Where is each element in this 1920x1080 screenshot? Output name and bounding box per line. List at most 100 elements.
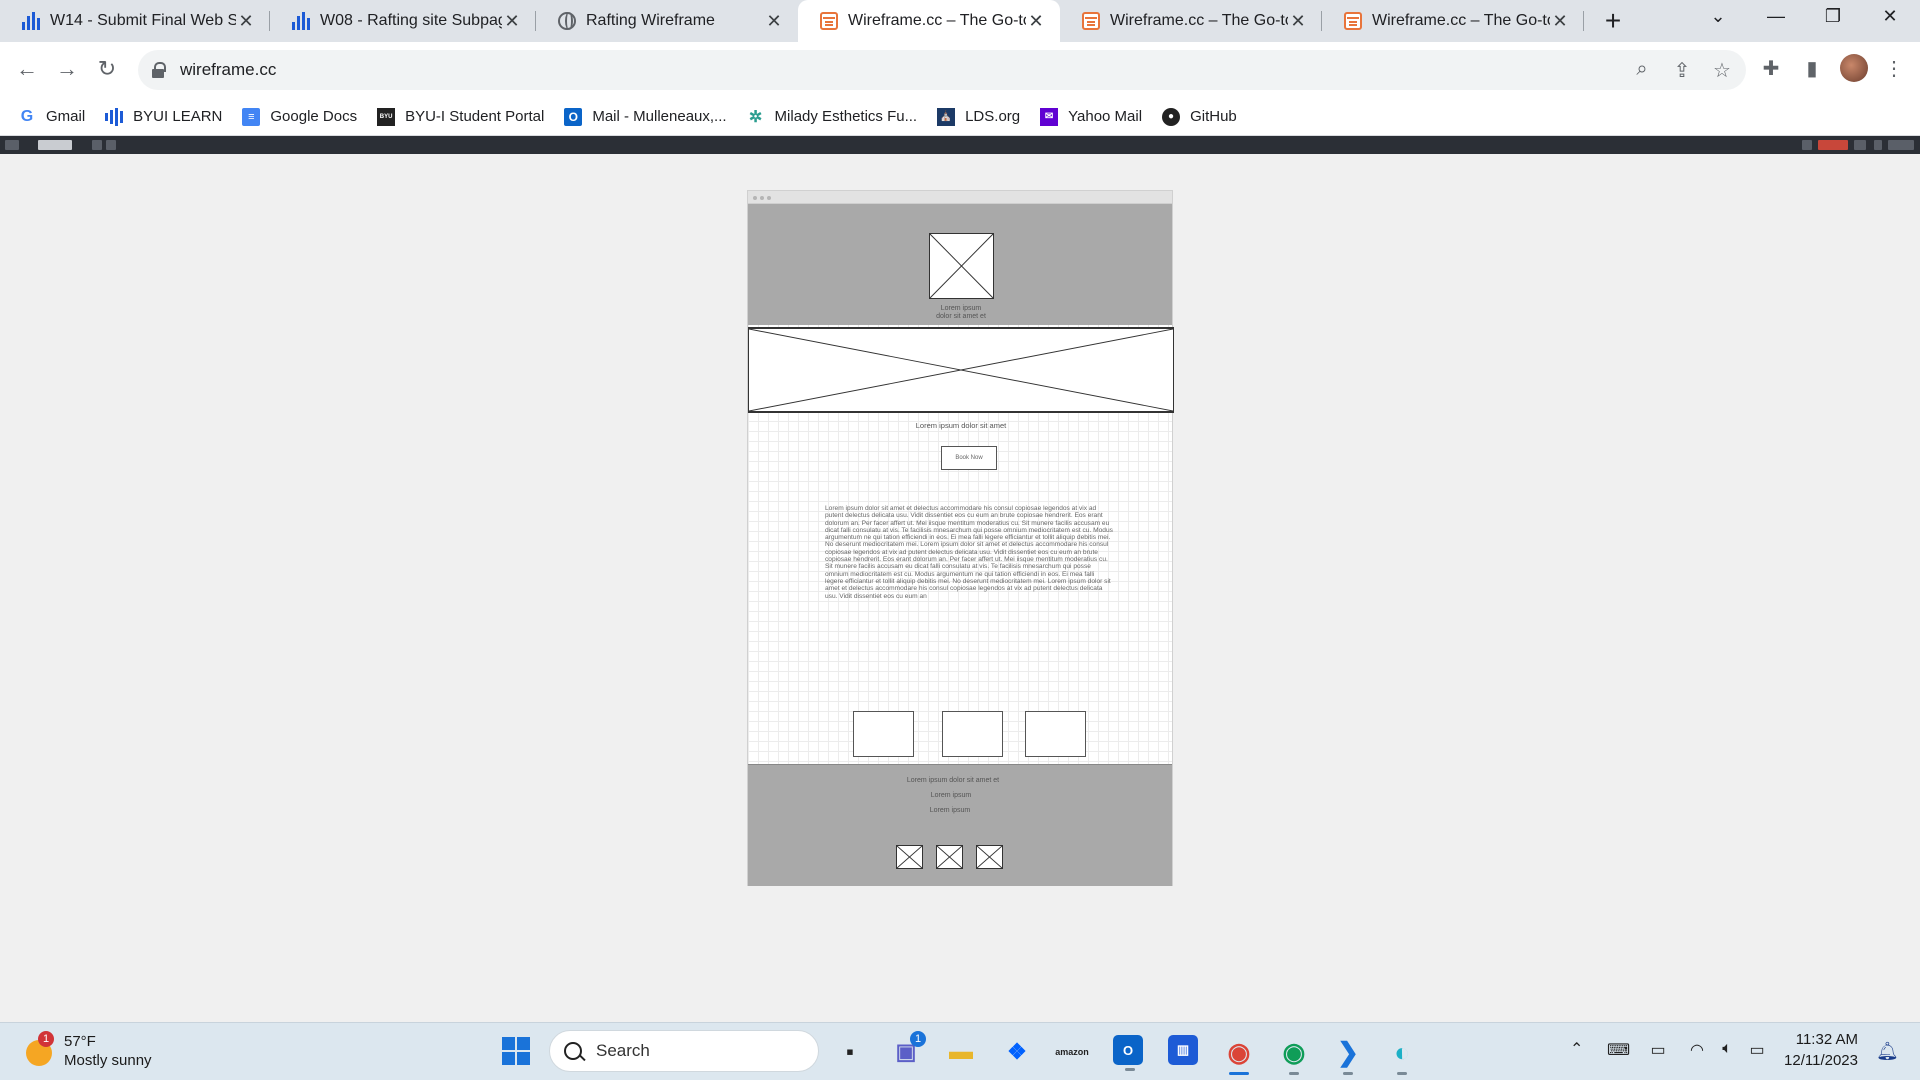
byui-bars-icon[interactable]: ▥ bbox=[1168, 1035, 1198, 1065]
share-button[interactable] bbox=[1854, 140, 1866, 150]
google-icon: G bbox=[20, 107, 34, 125]
close-icon[interactable]: ✕ bbox=[1288, 11, 1308, 32]
tab-w08-rafting[interactable]: W08 - Rafting site Subpag ✕ bbox=[270, 0, 536, 42]
volume-muted-icon[interactable]: 🔈︎ bbox=[1716, 1040, 1738, 1058]
outlook-icon[interactable]: O bbox=[1113, 1035, 1143, 1071]
side-panel-icon[interactable]: ▮ bbox=[1799, 56, 1825, 81]
clock-date[interactable]: 12/11/2023 bbox=[1778, 1052, 1858, 1069]
lock-icon[interactable] bbox=[152, 62, 166, 78]
extensions-icon[interactable]: ✚ bbox=[1758, 56, 1784, 81]
logo-placeholder-image[interactable] bbox=[929, 233, 994, 299]
menu-icon[interactable] bbox=[1874, 140, 1882, 150]
bookmark-gmail[interactable]: G Gmail bbox=[18, 108, 85, 126]
header-caption-2: dolor sit amet et bbox=[936, 313, 986, 320]
close-icon[interactable]: ✕ bbox=[236, 11, 256, 32]
tab-w14-submit[interactable]: W14 - Submit Final Web Si ✕ bbox=[0, 0, 270, 42]
tab-wireframe-cc-2[interactable]: Wireframe.cc – The Go-to ✕ bbox=[1060, 0, 1322, 42]
bookmark-star-icon[interactable]: ☆ bbox=[1710, 58, 1734, 83]
task-view-icon[interactable]: ▪ bbox=[833, 1035, 867, 1069]
tab-search-chevron-icon[interactable]: ⌄ bbox=[1698, 6, 1738, 27]
clock-time[interactable]: 11:32 AM bbox=[1788, 1031, 1858, 1048]
chrome-profile-icon[interactable]: ◉ bbox=[1277, 1035, 1311, 1075]
new-tab-button[interactable]: + bbox=[1598, 7, 1628, 35]
hero-placeholder-image[interactable] bbox=[748, 327, 1174, 413]
social-icon-placeholder-2[interactable] bbox=[936, 845, 963, 869]
menu-kebab-icon[interactable]: ⋮ bbox=[1881, 56, 1907, 81]
wireframe-cc-icon bbox=[1082, 12, 1100, 30]
edge-icon[interactable]: ◐ bbox=[1385, 1035, 1419, 1075]
file-explorer-icon[interactable]: ▬ bbox=[944, 1035, 978, 1069]
undo-button[interactable] bbox=[92, 140, 102, 150]
footer-text-1: Lorem ipsum dolor sit amet et bbox=[906, 777, 1000, 784]
bookmark-label: Yahoo Mail bbox=[1068, 108, 1143, 125]
page-menu-icon[interactable] bbox=[5, 140, 19, 150]
wireframe-cc-icon bbox=[1344, 12, 1362, 30]
feature-box-3[interactable] bbox=[1025, 711, 1086, 757]
url-text[interactable]: wireframe.cc bbox=[180, 60, 276, 80]
tab-title: Wireframe.cc – The Go-to bbox=[1110, 12, 1288, 29]
close-window-button[interactable]: ✕ bbox=[1870, 6, 1910, 27]
tab-title: Rafting Wireframe bbox=[586, 12, 715, 29]
weather-temperature[interactable]: 57°F bbox=[64, 1033, 96, 1050]
tab-rafting-wireframe[interactable]: Rafting Wireframe ✕ bbox=[536, 0, 798, 42]
back-button[interactable]: ← bbox=[13, 56, 41, 82]
close-icon[interactable]: ✕ bbox=[502, 11, 522, 32]
wireframe-logo bbox=[38, 140, 72, 150]
taskbar-search[interactable]: Search bbox=[549, 1030, 819, 1072]
bookmark-mail[interactable]: O Mail - Mulleneaux,... bbox=[564, 107, 727, 126]
bookmark-google-docs[interactable]: ≡ Google Docs bbox=[242, 107, 357, 126]
wifi-icon[interactable]: ◠ bbox=[1686, 1040, 1708, 1060]
vscode-icon[interactable]: ❯ bbox=[1331, 1035, 1365, 1075]
yahoo-mail-icon: ✉ bbox=[1040, 107, 1059, 126]
feature-box-1[interactable] bbox=[853, 711, 914, 757]
show-hidden-icons-chevron[interactable]: ⌃ bbox=[1570, 1039, 1583, 1059]
bookmark-yahoo-mail[interactable]: ✉ Yahoo Mail bbox=[1040, 107, 1143, 126]
close-icon[interactable]: ✕ bbox=[1026, 11, 1046, 32]
profile-avatar[interactable] bbox=[1840, 54, 1868, 82]
bookmark-label: BYUI LEARN bbox=[133, 108, 223, 125]
sign-up-link[interactable] bbox=[1888, 140, 1914, 150]
feature-box-2[interactable] bbox=[942, 711, 1003, 757]
close-icon[interactable]: ✕ bbox=[764, 11, 784, 32]
chrome-icon[interactable]: ◉ bbox=[1222, 1035, 1256, 1075]
zoom-icon[interactable]: ⌕ bbox=[1630, 58, 1654, 81]
search-icon bbox=[564, 1042, 582, 1060]
battery-icon[interactable]: ▭ bbox=[1746, 1040, 1768, 1060]
wireframe-frame[interactable]: Lorem ipsum dolor sit amet et Lorem ipsu… bbox=[747, 190, 1174, 886]
outlook-icon: O bbox=[564, 107, 583, 126]
forward-button[interactable]: → bbox=[53, 56, 81, 82]
tab-wireframe-cc-3[interactable]: Wireframe.cc – The Go-to ✕ bbox=[1322, 0, 1584, 42]
redo-button[interactable] bbox=[106, 140, 116, 150]
start-button[interactable] bbox=[502, 1037, 530, 1065]
address-bar[interactable]: wireframe.cc ⌕ ⇪ ☆ bbox=[138, 50, 1746, 90]
bookmark-byui-portal[interactable]: BYU BYU-I Student Portal bbox=[377, 107, 544, 126]
milady-icon: ✲ bbox=[748, 108, 763, 126]
social-icon-placeholder-3[interactable] bbox=[976, 845, 1003, 869]
save-button[interactable] bbox=[1818, 140, 1848, 150]
bookmarks-bar: G Gmail BYUI LEARN ≡ Google Docs BYU BYU… bbox=[0, 98, 1920, 136]
amazon-icon[interactable]: amazon bbox=[1055, 1035, 1089, 1069]
bookmark-label: LDS.org bbox=[965, 108, 1021, 125]
close-icon[interactable]: ✕ bbox=[1550, 11, 1570, 32]
share-icon[interactable]: ⇪ bbox=[1670, 58, 1694, 83]
tab-strip: W14 - Submit Final Web Si ✕ W08 - Raftin… bbox=[0, 0, 1920, 42]
reload-button[interactable]: ↻ bbox=[93, 56, 121, 82]
social-icon-placeholder-1[interactable] bbox=[896, 845, 923, 869]
keyboard-icon[interactable]: ⌨ bbox=[1607, 1040, 1630, 1060]
minimize-button[interactable]: — bbox=[1756, 6, 1796, 27]
bookmark-github[interactable]: ● GitHub bbox=[1162, 107, 1237, 126]
restore-button[interactable]: ❐ bbox=[1813, 6, 1853, 27]
notification-bell-icon[interactable]: 🔔︎ bbox=[1876, 1041, 1899, 1062]
browser-toolbar: ← → ↻ wireframe.cc ⌕ ⇪ ☆ ✚ ▮ ⋮ bbox=[0, 42, 1920, 98]
weather-description[interactable]: Mostly sunny bbox=[64, 1052, 152, 1069]
comment-button[interactable] bbox=[1802, 140, 1812, 150]
bookmark-milady[interactable]: ✲ Milady Esthetics Fu... bbox=[747, 108, 917, 126]
book-now-button[interactable]: Book Now bbox=[941, 446, 997, 470]
dropbox-icon[interactable]: ❖ bbox=[1000, 1035, 1034, 1069]
tab-wireframe-cc-active[interactable]: Wireframe.cc – The Go-to ✕ bbox=[798, 0, 1060, 42]
bookmark-lds[interactable]: ⛪ LDS.org bbox=[937, 107, 1021, 126]
tab-title: Wireframe.cc – The Go-to bbox=[848, 12, 1026, 29]
touchpad-icon[interactable]: ▭ bbox=[1647, 1040, 1669, 1060]
bookmark-byui-learn[interactable]: BYUI LEARN bbox=[105, 107, 223, 126]
design-canvas[interactable]: Lorem ipsum dolor sit amet et Lorem ipsu… bbox=[0, 154, 1920, 1022]
